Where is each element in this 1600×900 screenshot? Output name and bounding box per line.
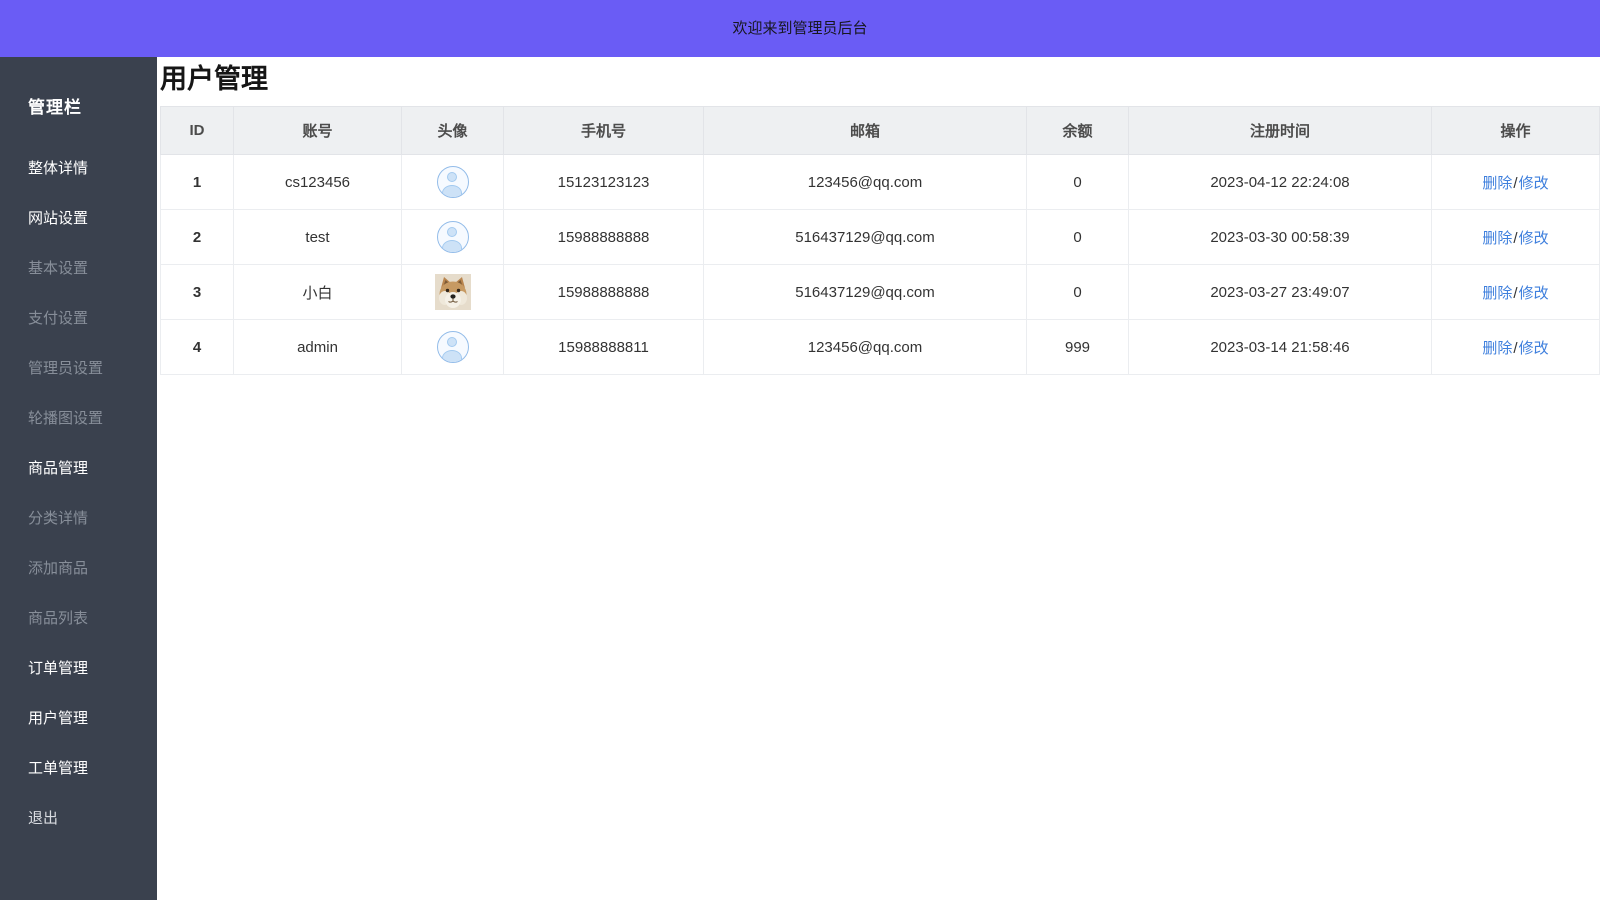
user-phone: 15123123123 [503, 154, 704, 211]
delete-link[interactable]: 删除 [1482, 230, 1512, 247]
sidebar-item-user-management[interactable]: 用户管理 [28, 694, 157, 744]
user-account: cs123456 [233, 154, 402, 211]
user-email: 123456@qq.com [703, 319, 1027, 376]
sidebar-menu: 整体详情 网站设置 基本设置 支付设置 管理员设置 轮播图设置 商品管理 分类详… [0, 144, 157, 844]
user-balance: 999 [1026, 319, 1129, 376]
user-balance: 0 [1026, 209, 1129, 266]
sidebar-item-logout[interactable]: 退出 [28, 794, 157, 844]
user-actions-cell: 删除/修改 [1431, 209, 1600, 266]
sidebar-item-payment-settings[interactable]: 支付设置 [28, 294, 157, 344]
user-email: 516437129@qq.com [703, 264, 1027, 321]
sidebar-item-order-management[interactable]: 订单管理 [28, 644, 157, 694]
modify-link[interactable]: 修改 [1519, 230, 1549, 247]
user-actions-cell: 删除/修改 [1431, 264, 1600, 321]
action-separator: / [1513, 339, 1518, 357]
sidebar-item-ticket-management[interactable]: 工单管理 [28, 744, 157, 794]
user-email: 516437129@qq.com [703, 209, 1027, 266]
sidebar-title: 管理栏 [28, 98, 82, 117]
delete-link[interactable]: 删除 [1482, 175, 1512, 192]
default-user-avatar-icon [436, 166, 469, 199]
user-phone: 15988888888 [503, 209, 704, 266]
user-account: admin [233, 319, 402, 376]
users-table: ID 账号 头像 手机号 邮箱 余额 注册时间 操作 1 cs123456 15… [160, 106, 1600, 376]
modify-link[interactable]: 修改 [1519, 175, 1549, 192]
column-header-avatar: 头像 [401, 106, 504, 156]
modify-link[interactable]: 修改 [1519, 285, 1549, 302]
table-header-row: ID 账号 头像 手机号 邮箱 余额 注册时间 操作 [160, 106, 1600, 156]
default-user-avatar-icon [436, 221, 469, 254]
sidebar-item-product-list[interactable]: 商品列表 [28, 594, 157, 644]
user-id: 2 [160, 209, 234, 266]
user-avatar-cell [401, 319, 504, 376]
main-content: 用户管理 ID 账号 头像 手机号 邮箱 余额 注册时间 操作 1 cs1234… [157, 57, 1600, 900]
user-phone: 15988888888 [503, 264, 704, 321]
topbar: 欢迎来到管理员后台 [0, 0, 1600, 57]
action-separator: / [1513, 284, 1518, 302]
sidebar-item-product-management[interactable]: 商品管理 [28, 444, 157, 494]
modify-link[interactable]: 修改 [1519, 340, 1549, 357]
delete-link[interactable]: 删除 [1482, 285, 1512, 302]
user-registered: 2023-03-27 23:49:07 [1128, 264, 1432, 321]
delete-link[interactable]: 删除 [1482, 340, 1512, 357]
action-separator: / [1513, 174, 1518, 192]
user-phone: 15988888811 [503, 319, 704, 376]
user-registered: 2023-03-14 21:58:46 [1128, 319, 1432, 376]
sidebar-item-category-detail[interactable]: 分类详情 [28, 494, 157, 544]
column-header-email: 邮箱 [703, 106, 1027, 156]
sidebar-item-admin-settings[interactable]: 管理员设置 [28, 344, 157, 394]
user-balance: 0 [1026, 264, 1129, 321]
sidebar-item-basic-settings[interactable]: 基本设置 [28, 244, 157, 294]
page-title: 用户管理 [160, 64, 268, 94]
column-header-id: ID [160, 106, 234, 156]
column-header-registered: 注册时间 [1128, 106, 1432, 156]
user-id: 4 [160, 319, 234, 376]
column-header-balance: 余额 [1026, 106, 1129, 156]
user-registered: 2023-04-12 22:24:08 [1128, 154, 1432, 211]
column-header-actions: 操作 [1431, 106, 1600, 156]
table-row: 3 小白 15988888888 516437129@qq.com 0 2023… [160, 264, 1600, 321]
user-avatar-cell [401, 264, 504, 321]
sidebar-item-add-product[interactable]: 添加商品 [28, 544, 157, 594]
table-row: 2 test 15988888888 516437129@qq.com 0 20… [160, 209, 1600, 266]
user-account: 小白 [233, 264, 402, 321]
sidebar-item-site-settings[interactable]: 网站设置 [28, 194, 157, 244]
app-layout: 管理栏 整体详情 网站设置 基本设置 支付设置 管理员设置 轮播图设置 商品管理… [0, 57, 1600, 900]
action-separator: / [1513, 229, 1518, 247]
dog-avatar-image [434, 274, 471, 311]
user-actions-cell: 删除/修改 [1431, 154, 1600, 211]
column-header-phone: 手机号 [503, 106, 704, 156]
default-user-avatar-icon [436, 331, 469, 364]
user-registered: 2023-03-30 00:58:39 [1128, 209, 1432, 266]
user-avatar-cell [401, 154, 504, 211]
user-avatar-cell [401, 209, 504, 266]
column-header-account: 账号 [233, 106, 402, 156]
user-account: test [233, 209, 402, 266]
sidebar-item-carousel-settings[interactable]: 轮播图设置 [28, 394, 157, 444]
topbar-welcome-text: 欢迎来到管理员后台 [732, 20, 868, 37]
user-id: 3 [160, 264, 234, 321]
user-balance: 0 [1026, 154, 1129, 211]
sidebar: 管理栏 整体详情 网站设置 基本设置 支付设置 管理员设置 轮播图设置 商品管理… [0, 57, 157, 900]
user-id: 1 [160, 154, 234, 211]
user-actions-cell: 删除/修改 [1431, 319, 1600, 376]
user-email: 123456@qq.com [703, 154, 1027, 211]
sidebar-item-overview[interactable]: 整体详情 [28, 144, 157, 194]
table-row: 1 cs123456 15123123123 123456@qq.com 0 2… [160, 154, 1600, 211]
table-row: 4 admin 15988888811 123456@qq.com 999 20… [160, 319, 1600, 376]
